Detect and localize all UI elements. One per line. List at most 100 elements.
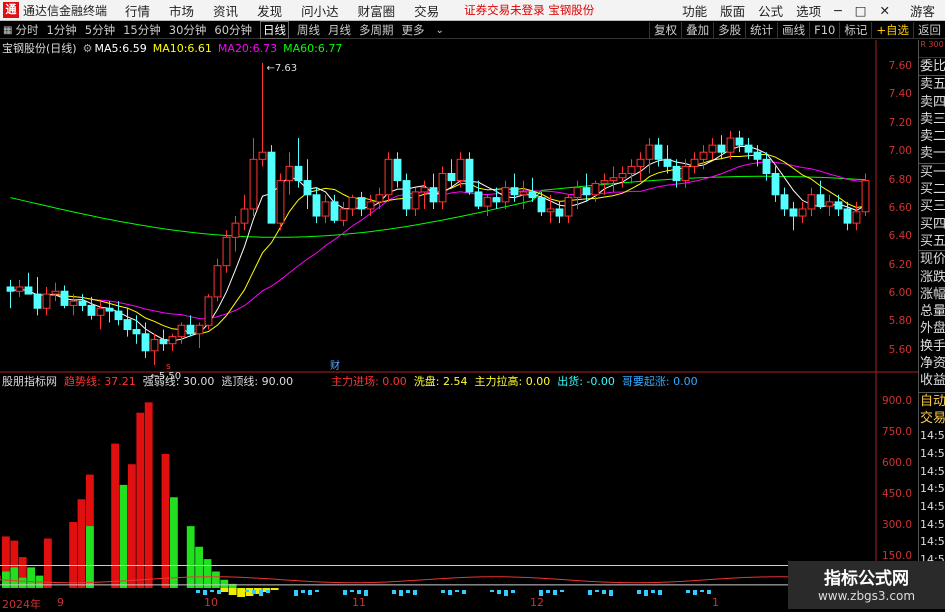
marker-finance: 财 (330, 359, 340, 372)
quote-field-label: 卖二 (920, 129, 945, 145)
menu-discover[interactable]: 发现 (257, 1, 282, 20)
outflow-bar (588, 590, 592, 595)
outflow-bar (546, 590, 550, 593)
candle (339, 208, 348, 221)
indicator-value: 强弱线: 30.00 (142, 375, 215, 388)
menu-news[interactable]: 资讯 (213, 1, 238, 20)
minimize-button[interactable]: ─ (834, 3, 842, 18)
indicator-name[interactable]: 股朋指标网 (2, 373, 57, 389)
candle (789, 208, 798, 217)
strength-bar (195, 546, 203, 588)
period-daily[interactable]: 日线 (260, 21, 290, 39)
tool-overlay[interactable]: 叠加 (681, 22, 713, 39)
chart-area[interactable]: ←7.63←5.50s 财 (0, 40, 918, 609)
menu-options[interactable]: 选项 (796, 1, 821, 20)
chevron-down-icon[interactable]: ⌄ (436, 25, 444, 36)
price-tick: 7.00 (888, 145, 912, 158)
quote-field-label: 涨幅 (920, 286, 945, 302)
quote-field-label: 卖四 (920, 94, 945, 110)
candle (618, 172, 627, 179)
candle (771, 172, 780, 196)
candle (753, 151, 762, 160)
candle (168, 336, 177, 345)
period-toolbar: ▦ 分时 1分钟 5分钟 15分钟 30分钟 60分钟 日线 周线 月线 多周期… (0, 21, 945, 39)
outflow-bar (210, 590, 214, 592)
maximize-button[interactable]: □ (855, 3, 867, 18)
wash-bar (270, 588, 279, 590)
quote-field-label: 外盘 (920, 321, 945, 337)
tool-stats[interactable]: 统计 (745, 22, 777, 39)
strength-bar (220, 579, 229, 588)
tool-adjust[interactable]: 复权 (649, 22, 681, 39)
period-intraday[interactable]: 分时 (15, 22, 38, 38)
user-label[interactable]: 游客 (910, 1, 935, 20)
panel-tab[interactable]: 自动 (919, 393, 945, 410)
period-monthly[interactable]: 月线 (328, 22, 351, 38)
period-15m[interactable]: 15分钟 (123, 22, 161, 38)
grid-icon[interactable]: ▦ (3, 25, 12, 36)
menu-formula[interactable]: 公式 (758, 1, 783, 20)
candle (582, 187, 591, 196)
candle (663, 158, 672, 167)
menu-quotes[interactable]: 行情 (125, 1, 150, 20)
site-watermark: 指标公式网 www.zbgs3.com (788, 561, 945, 609)
wash-bar (228, 588, 237, 595)
trend-bar (44, 538, 52, 588)
candle (60, 290, 69, 306)
tool-draw[interactable]: 画线 (777, 22, 809, 39)
candle (708, 144, 717, 153)
outflow-bar (357, 590, 361, 594)
tick-time: 14:56 (920, 482, 945, 496)
date-tick: 1 (712, 596, 719, 609)
tool-mark[interactable]: 标记 (839, 22, 871, 39)
period-weekly[interactable]: 周线 (297, 22, 320, 38)
candle (366, 201, 375, 210)
broker-status[interactable]: 证券交易未登录 宝钢股份 (464, 2, 594, 18)
candle (141, 333, 150, 352)
outflow-bar (462, 590, 466, 594)
period-more[interactable]: 更多 (402, 22, 425, 38)
quote-field-label: 买一 (919, 162, 945, 180)
tool-back[interactable]: 返回 (913, 22, 945, 39)
candle (429, 187, 438, 203)
menu-wealth[interactable]: 财富圈 (358, 1, 396, 20)
candle (843, 208, 852, 224)
candle (393, 158, 402, 182)
menu-ask[interactable]: 问小达 (301, 1, 339, 20)
outflow-bar (399, 590, 403, 596)
tool-add-watch[interactable]: +自选 (871, 22, 913, 39)
period-30m[interactable]: 30分钟 (169, 22, 207, 38)
quote-field-label: 总量 (920, 304, 945, 320)
trend-bar (144, 402, 153, 588)
menu-market[interactable]: 市场 (169, 1, 194, 20)
outflow-bar (637, 590, 641, 594)
tool-f10[interactable]: F10 (809, 22, 839, 39)
candle (69, 300, 78, 306)
menu-trade[interactable]: 交易 (414, 1, 439, 20)
quote-field-label: 现价 (919, 250, 945, 268)
candle (150, 338, 159, 352)
marker-s: s (166, 362, 171, 372)
candle (276, 180, 285, 224)
candle (807, 194, 816, 210)
close-button[interactable]: ✕ (880, 3, 890, 18)
panel-tab[interactable]: 交易 (919, 410, 945, 427)
period-multi[interactable]: 多周期 (359, 22, 394, 38)
menu-layout[interactable]: 版面 (720, 1, 745, 20)
period-60m[interactable]: 60分钟 (214, 22, 252, 38)
date-tick: 11 (352, 596, 366, 609)
candle (834, 201, 843, 210)
period-1m[interactable]: 1分钟 (46, 22, 76, 38)
outflow-bar (301, 590, 305, 593)
strength-bar (86, 526, 94, 588)
tool-multi-stock[interactable]: 多股 (713, 22, 745, 39)
candle (249, 158, 258, 210)
indicator-value: 主力进场: 0.00 (331, 375, 407, 388)
candle (420, 187, 429, 193)
menu-function[interactable]: 功能 (682, 1, 707, 20)
candle (816, 194, 825, 207)
period-5m[interactable]: 5分钟 (85, 22, 115, 38)
candle (780, 194, 789, 210)
wash-bar (237, 588, 245, 597)
date-tick: 12 (530, 596, 544, 609)
